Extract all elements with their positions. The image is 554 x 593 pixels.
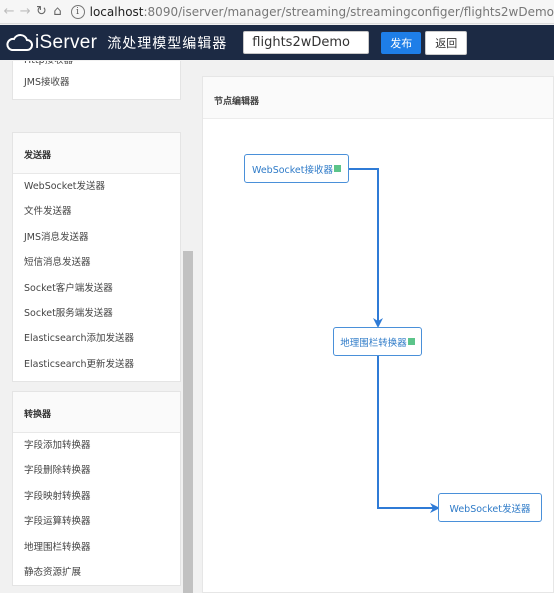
node-connector-handle[interactable] <box>334 165 341 172</box>
address-bar[interactable]: i localhost:8090/iserver/manager/streami… <box>70 2 554 22</box>
component-sidebar: Http接收器 JMS接收器 发送器 WebSocket发送器 文件发送器 JM… <box>0 61 196 593</box>
sidebar-item-jms-sender[interactable]: JMS消息发送器 <box>13 225 180 250</box>
cloud-logo-icon <box>6 33 33 51</box>
receivers-panel: Http接收器 JMS接收器 <box>12 61 181 101</box>
node-label: 地理围栏转换器 <box>340 337 407 349</box>
sidebar-item-static-resource[interactable]: 静态资源扩展 <box>13 560 180 585</box>
sidebar-scrollbar-thumb[interactable] <box>183 251 193 593</box>
sidebar-item-http-receiver[interactable]: Http接收器 <box>13 61 180 70</box>
sidebar-item-jms-receiver[interactable]: JMS接收器 <box>13 70 180 95</box>
url-path: :8090/iserver/manager/streaming/streamin… <box>143 4 554 19</box>
sidebar-item-file-sender[interactable]: 文件发送器 <box>13 199 180 224</box>
forward-arrow-icon[interactable]: → <box>18 2 32 22</box>
senders-panel: 发送器 WebSocket发送器 文件发送器 JMS消息发送器 短信消息发送器 … <box>12 132 181 383</box>
senders-panel-title: 发送器 <box>13 133 180 174</box>
app-header: iServer 流处理模型编辑器 发布 返回 <box>0 25 554 60</box>
reload-icon[interactable]: ↻ <box>34 2 48 22</box>
node-connector-handle[interactable] <box>407 338 415 345</box>
logo-text: iServer <box>35 31 98 53</box>
flow-node-websocket-sender[interactable]: WebSocket发送器 <box>438 493 542 522</box>
sidebar-item-es-update-sender[interactable]: Elasticsearch更新发送器 <box>13 352 180 377</box>
sidebar-item-geofence[interactable]: 地理围栏转换器 <box>13 535 180 560</box>
node-label: WebSocket接收器 <box>251 164 333 176</box>
sidebar-item-field-map[interactable]: 字段映射转换器 <box>13 484 180 509</box>
sidebar-item-sms-sender[interactable]: 短信消息发送器 <box>13 250 180 275</box>
sidebar-item-es-add-sender[interactable]: Elasticsearch添加发送器 <box>13 326 180 351</box>
flow-node-geofence-converter[interactable]: 地理围栏转换器 <box>333 327 422 356</box>
page-title: 流处理模型编辑器 <box>107 35 228 52</box>
sidebar-item-field-delete[interactable]: 字段删除转换器 <box>13 458 180 483</box>
node-editor-title: 节点编辑器 <box>203 77 553 119</box>
publish-button[interactable]: 发布 <box>381 31 422 54</box>
converters-panel: 转换器 字段添加转换器 字段删除转换器 字段映射转换器 字段运算转换器 地理围栏… <box>12 391 181 587</box>
sidebar-item-socket-client-sender[interactable]: Socket客户端发送器 <box>13 276 180 301</box>
home-icon[interactable]: ⌂ <box>50 2 64 22</box>
url-host: localhost <box>89 4 144 19</box>
sidebar-item-websocket-sender[interactable]: WebSocket发送器 <box>13 174 180 199</box>
sidebar-item-field-add[interactable]: 字段添加转换器 <box>13 433 180 458</box>
site-info-icon[interactable]: i <box>70 4 85 19</box>
back-button[interactable]: 返回 <box>425 30 468 55</box>
sidebar-item-socket-server-sender[interactable]: Socket服务端发送器 <box>13 301 180 326</box>
model-name-input[interactable] <box>243 31 370 54</box>
converters-panel-title: 转换器 <box>13 392 180 433</box>
sidebar-item-field-calc[interactable]: 字段运算转换器 <box>13 509 180 534</box>
back-arrow-icon[interactable]: ← <box>2 2 16 22</box>
iserver-logo: iServer <box>5 32 97 54</box>
browser-toolbar: ← → ↻ ⌂ i localhost:8090/iserver/manager… <box>0 0 554 24</box>
node-label: WebSocket发送器 <box>449 503 531 515</box>
flow-node-websocket-receiver[interactable]: WebSocket接收器 <box>244 154 349 183</box>
